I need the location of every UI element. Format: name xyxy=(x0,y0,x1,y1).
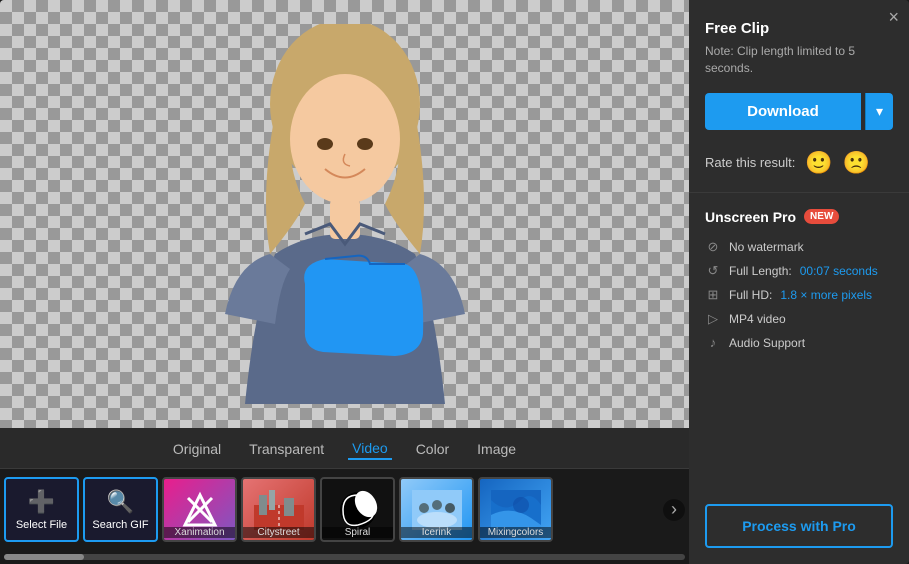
scrollbar-track[interactable] xyxy=(4,554,685,560)
unscreen-pro-header: Unscreen Pro NEW xyxy=(705,209,893,225)
tabs-bar: Original Transparent Video Color Image xyxy=(0,428,689,469)
feature-audio: ♪ Audio Support xyxy=(705,335,893,351)
new-badge: NEW xyxy=(804,209,839,224)
close-button[interactable]: × xyxy=(888,8,899,26)
feature-full-length: ↺ Full Length: 00:07 seconds xyxy=(705,263,893,279)
xanimation-icon xyxy=(180,490,220,530)
mixingcolors-icon xyxy=(491,490,541,530)
tab-original[interactable]: Original xyxy=(169,439,225,459)
plus-circle-icon: ➕ xyxy=(28,489,55,515)
next-thumbnails-button[interactable]: › xyxy=(663,499,685,521)
select-file-label: Select File xyxy=(16,519,67,531)
search-icon: 🔍 xyxy=(107,489,134,515)
left-panel: Original Transparent Video Color Image ➕… xyxy=(0,0,689,564)
thumb-spiral[interactable]: Spiral xyxy=(320,477,395,542)
free-clip-section: Free Clip Note: Clip length limited to 5… xyxy=(689,0,909,193)
xanimation-label: Xanimation xyxy=(164,527,235,538)
scrollbar-thumb[interactable] xyxy=(4,554,84,560)
modal: Original Transparent Video Color Image ➕… xyxy=(0,0,909,564)
feature-full-hd-highlight: 1.8 × more pixels xyxy=(780,288,872,302)
preview-image xyxy=(175,24,515,404)
thumb-mixingcolors[interactable]: Mixingcolors xyxy=(478,477,553,542)
feature-mp4: ▷ MP4 video xyxy=(705,311,893,327)
unscreen-pro-section: Unscreen Pro NEW ⊘ No watermark ↺ Full L… xyxy=(689,193,909,564)
free-clip-title: Free Clip xyxy=(705,20,893,37)
citystreet-label: Citystreet xyxy=(243,527,314,538)
mp4-icon: ▷ xyxy=(705,311,721,327)
feature-full-length-text: Full Length: xyxy=(729,264,792,278)
thumb-icerink[interactable]: Icerink xyxy=(399,477,474,542)
select-file-button[interactable]: ➕ Select File xyxy=(4,477,79,542)
download-button[interactable]: Download xyxy=(705,93,861,130)
download-dropdown-button[interactable]: ▾ xyxy=(865,93,893,130)
full-hd-icon: ⊞ xyxy=(705,287,721,303)
thumb-citystreet[interactable]: Citystreet xyxy=(241,477,316,542)
feature-no-watermark-text: No watermark xyxy=(729,240,804,254)
thumbnails-bar: ➕ Select File 🔍 Search GIF Xanimation xyxy=(0,469,689,550)
scrollbar-area xyxy=(0,550,689,564)
full-length-icon: ↺ xyxy=(705,263,721,279)
unscreen-pro-label: Unscreen Pro xyxy=(705,209,796,225)
feature-mp4-text: MP4 video xyxy=(729,312,786,326)
mixingcolors-label: Mixingcolors xyxy=(480,527,551,538)
citystreet-icon xyxy=(254,490,304,530)
icerink-label: Icerink xyxy=(401,527,472,538)
feature-full-hd: ⊞ Full HD: 1.8 × more pixels xyxy=(705,287,893,303)
rate-label: Rate this result: xyxy=(705,155,795,170)
icerink-icon xyxy=(412,490,462,530)
feature-audio-text: Audio Support xyxy=(729,336,805,350)
process-pro-button[interactable]: Process with Pro xyxy=(705,504,893,548)
tab-image[interactable]: Image xyxy=(473,439,520,459)
spiral-icon xyxy=(338,490,378,530)
feature-no-watermark: ⊘ No watermark xyxy=(705,239,893,255)
spiral-label: Spiral xyxy=(322,527,393,538)
tab-transparent[interactable]: Transparent xyxy=(245,439,328,459)
feature-full-length-highlight: 00:07 seconds xyxy=(800,264,878,278)
right-panel: × Free Clip Note: Clip length limited to… xyxy=(689,0,909,564)
tab-video[interactable]: Video xyxy=(348,438,392,460)
feature-full-hd-text: Full HD: xyxy=(729,288,772,302)
rate-row: Rate this result: 🙂 🙁 xyxy=(705,150,893,176)
download-row: Download ▾ xyxy=(705,93,893,130)
thumb-xanimation[interactable]: Xanimation xyxy=(162,477,237,542)
rate-happy-button[interactable]: 🙂 xyxy=(805,150,832,176)
audio-icon: ♪ xyxy=(705,335,721,351)
preview-area xyxy=(0,0,689,428)
free-clip-note: Note: Clip length limited to 5 seconds. xyxy=(705,43,893,77)
pro-features-list: ⊘ No watermark ↺ Full Length: 00:07 seco… xyxy=(705,239,893,488)
search-gif-label: Search GIF xyxy=(92,519,148,531)
tab-color[interactable]: Color xyxy=(412,439,453,459)
rate-sad-button[interactable]: 🙁 xyxy=(843,150,870,176)
no-watermark-icon: ⊘ xyxy=(705,239,721,255)
search-gif-button[interactable]: 🔍 Search GIF xyxy=(83,477,158,542)
